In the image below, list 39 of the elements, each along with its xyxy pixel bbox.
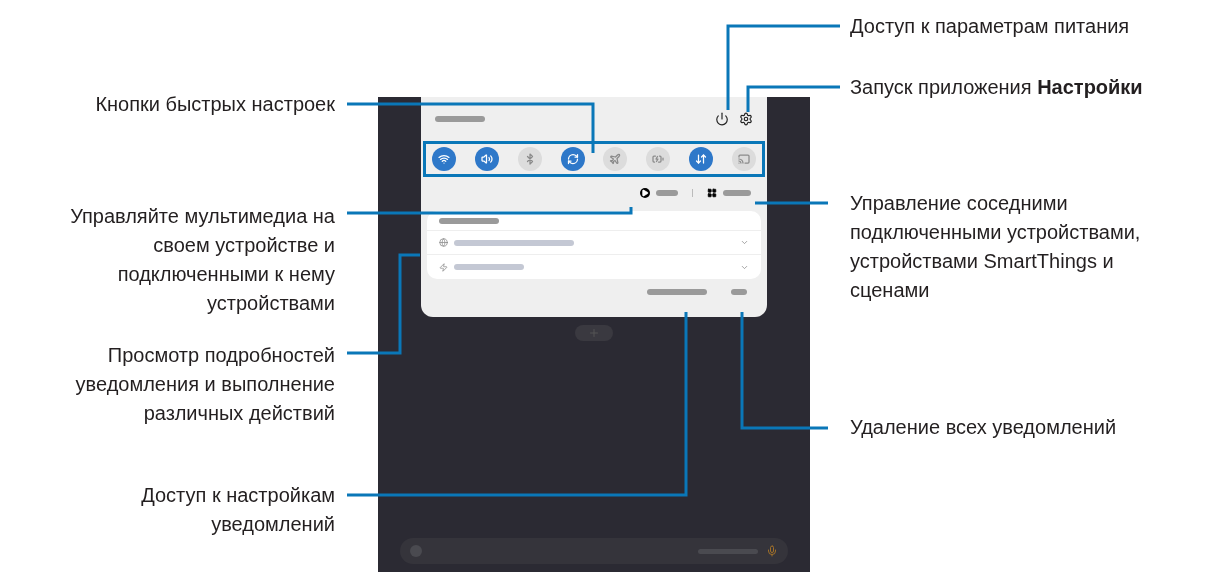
globe-icon <box>439 238 448 247</box>
share-icon <box>737 153 750 165</box>
callout-label: Просмотр подробностей уведомления и выполнение различных действий <box>75 343 335 426</box>
add-icon <box>575 325 613 341</box>
rotate-icon <box>566 153 579 165</box>
callout-label: Управляйте мультимедиа на своем устройстве и подключенными к нему устройствами <box>70 204 335 316</box>
data-icon <box>695 153 708 165</box>
play-icon[interactable] <box>640 188 650 198</box>
quick-toggle-button[interactable] <box>603 147 628 171</box>
quick-toggle-button[interactable] <box>689 147 714 171</box>
quick-toggle-button[interactable] <box>517 147 542 171</box>
callout-label: Удаление всех уведомлений <box>850 415 1117 440</box>
quick-toggle-button[interactable] <box>646 147 671 171</box>
callout-label: Доступ к параметрам питания <box>850 14 1130 39</box>
blurred-text <box>731 289 747 295</box>
battery-icon <box>652 153 665 165</box>
wifi-icon <box>438 153 450 165</box>
grid-icon[interactable] <box>707 188 717 198</box>
lightning-icon <box>439 262 448 272</box>
callout-label: Кнопки быстрых настроек <box>95 92 335 117</box>
quick-toggle-button[interactable] <box>432 147 456 171</box>
mic-icon[interactable] <box>766 545 778 557</box>
quick-toggle-button[interactable] <box>731 147 756 171</box>
blurred-text <box>454 264 524 270</box>
callout-label: Доступ к настройкам уведомлений <box>141 483 335 537</box>
callout-label: Запуск приложения Настройки <box>850 75 1143 100</box>
quick-toggle-button[interactable] <box>560 147 585 171</box>
blurred-text <box>656 190 678 196</box>
callout-label: Управление соседними подключенными устройствами, устройствами SmartThings и сценами <box>850 191 1141 303</box>
airplane-icon <box>609 153 622 165</box>
quick-toggle-button[interactable] <box>474 147 499 171</box>
chevron-down-icon[interactable] <box>740 238 749 247</box>
blurred-text <box>723 190 751 196</box>
blurred-text <box>435 116 485 122</box>
blurred-text <box>647 289 707 295</box>
settings-icon[interactable] <box>739 112 753 126</box>
power-icon[interactable] <box>715 112 729 126</box>
sound-icon <box>480 153 493 165</box>
blurred-text <box>439 217 499 224</box>
